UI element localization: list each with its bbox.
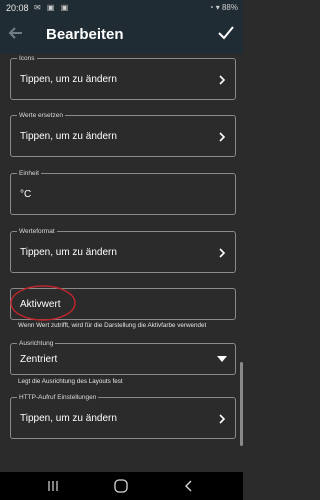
- field-value: Zentriert: [20, 354, 58, 365]
- field-value: Tippen, um zu ändern: [20, 247, 117, 258]
- back-arrow-icon[interactable]: [8, 25, 24, 41]
- home-icon[interactable]: [113, 479, 129, 493]
- field-label: Werte ersetzen: [17, 111, 65, 120]
- field-label: HTTP-Aufruf Einstellungen: [17, 393, 99, 402]
- werteformat-field[interactable]: Werteformat Tippen, um zu ändern: [10, 227, 236, 273]
- aktivwert-helper-text: Wenn Wert zutrifft, wird für die Darstel…: [18, 322, 207, 329]
- settings-form: Icons Tippen, um zu ändern Werte ersetze…: [0, 54, 243, 472]
- http-aufruf-field[interactable]: HTTP-Aufruf Einstellungen Tippen, um zu …: [10, 393, 236, 439]
- werte-ersetzen-field[interactable]: Werte ersetzen Tippen, um zu ändern: [10, 111, 236, 157]
- chevron-right-icon: [219, 248, 226, 258]
- dropdown-triangle-icon: [217, 356, 227, 362]
- field-value: Tippen, um zu ändern: [20, 413, 117, 424]
- status-bar: 20:08 ✉ ▣ ▣ ◔ ▾ 88%: [0, 0, 243, 16]
- einheit-field[interactable]: Einheit °C: [10, 169, 236, 215]
- page-title: Bearbeiten: [46, 26, 124, 43]
- field-value: Tippen, um zu ändern: [20, 131, 117, 142]
- red-circle-annotation: [10, 285, 76, 321]
- field-label: Werteformat: [17, 227, 57, 236]
- status-right-icons: ◔ ▾ 88%: [208, 3, 238, 12]
- field-label: Ausrichtung: [17, 339, 56, 348]
- field-value: Tippen, um zu ändern: [20, 74, 117, 85]
- ausrichtung-helper-text: Legt die Ausrichtung des Layouts fest: [18, 378, 123, 385]
- ausrichtung-dropdown[interactable]: Ausrichtung Zentriert: [10, 339, 236, 375]
- chevron-right-icon: [219, 75, 226, 85]
- chevron-right-icon: [219, 132, 226, 142]
- checkmark-icon[interactable]: [217, 24, 235, 42]
- notification-icons: ✉ ▣ ▣: [34, 3, 71, 12]
- field-label: Icons: [17, 54, 37, 63]
- app-bar: Bearbeiten: [0, 16, 243, 54]
- status-time: 20:08: [6, 3, 29, 13]
- recent-apps-icon[interactable]: [47, 480, 59, 492]
- system-nav-bar: [0, 472, 243, 500]
- back-icon[interactable]: [183, 480, 195, 492]
- chevron-right-icon: [219, 414, 226, 424]
- field-label: Einheit: [17, 169, 41, 178]
- field-value: °C: [20, 189, 32, 200]
- icons-field[interactable]: Icons Tippen, um zu ändern: [10, 54, 236, 100]
- scrollbar-thumb[interactable]: [240, 362, 243, 446]
